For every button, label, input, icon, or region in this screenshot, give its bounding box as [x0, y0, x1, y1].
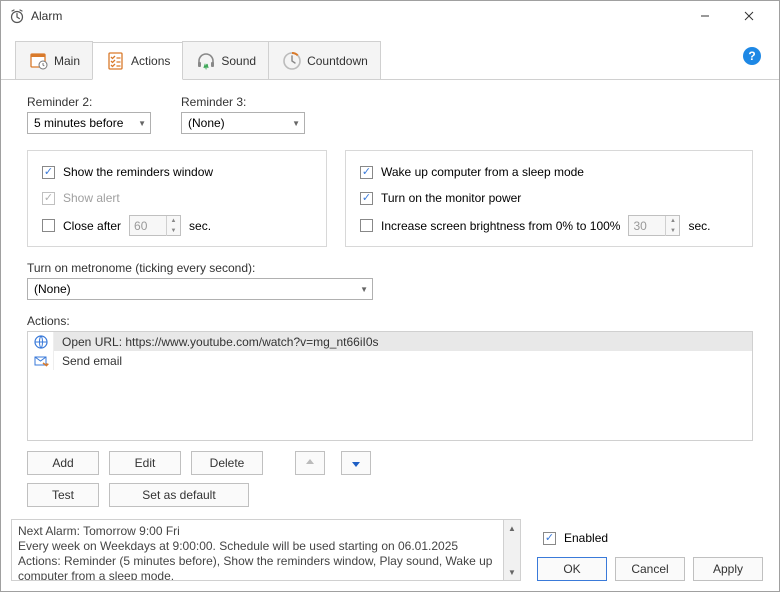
spin-up-icon[interactable]: ▲: [666, 216, 679, 226]
enabled-checkbox[interactable]: Enabled: [543, 529, 769, 547]
metronome-combo[interactable]: (None) ▼: [27, 278, 373, 300]
tab-bar: Main Actions Sound Countdown: [1, 31, 779, 80]
monitor-checkbox[interactable]: Turn on the monitor power: [360, 189, 738, 207]
tab-sound-label: Sound: [221, 54, 256, 68]
spin-down-icon[interactable]: ▼: [666, 226, 679, 236]
reminder3-value: (None): [188, 116, 225, 130]
chevron-down-icon: ▼: [138, 119, 146, 128]
alarm-clock-icon: [9, 8, 25, 24]
enabled-label: Enabled: [564, 531, 608, 545]
headphones-icon: [195, 50, 217, 72]
action-row[interactable]: Open URL: https://www.youtube.com/watch?…: [28, 332, 752, 351]
wake-label: Wake up computer from a sleep mode: [381, 165, 584, 179]
tab-main-label: Main: [54, 54, 80, 68]
close-after-value: 60: [130, 219, 166, 233]
alarm-dialog: Alarm ? Main Actions Sound Countdown Rem…: [0, 0, 780, 592]
email-icon: [28, 351, 54, 370]
actions-list[interactable]: Open URL: https://www.youtube.com/watch?…: [27, 331, 753, 441]
brightness-checkbox[interactable]: Increase screen brightness from 0% to 10…: [360, 217, 620, 235]
minimize-button[interactable]: [683, 2, 727, 30]
reminder-display-panel: Show the reminders window Show alert Clo…: [27, 150, 327, 247]
apply-button[interactable]: Apply: [693, 557, 763, 581]
actions-label: Actions:: [27, 314, 753, 328]
sec-label: sec.: [688, 219, 710, 233]
chevron-down-icon: ▼: [292, 119, 300, 128]
close-after-checkbox[interactable]: Close after: [42, 217, 121, 235]
brightness-label: Increase screen brightness from 0% to 10…: [381, 219, 620, 233]
action-text: Send email: [54, 354, 122, 368]
countdown-icon: [281, 50, 303, 72]
ok-button[interactable]: OK: [537, 557, 607, 581]
tab-main[interactable]: Main: [15, 41, 93, 79]
tab-countdown-label: Countdown: [307, 54, 368, 68]
add-button[interactable]: Add: [27, 451, 99, 475]
close-after-label: Close after: [63, 219, 121, 233]
summary-text: Next Alarm: Tomorrow 9:00 Fri Every week…: [12, 520, 503, 580]
reminder2-value: 5 minutes before: [34, 116, 123, 130]
tab-actions[interactable]: Actions: [92, 42, 183, 80]
reminder2-field: Reminder 2: 5 minutes before ▼: [27, 95, 151, 134]
scroll-track[interactable]: [504, 536, 520, 564]
move-down-button[interactable]: [341, 451, 371, 475]
reminder2-combo[interactable]: 5 minutes before ▼: [27, 112, 151, 134]
monitor-label: Turn on the monitor power: [381, 191, 521, 205]
brightness-value: 30: [629, 219, 665, 233]
globe-icon: [28, 332, 54, 351]
metronome-label: Turn on metronome (ticking every second)…: [27, 261, 753, 275]
scroll-down-icon[interactable]: ▼: [504, 564, 520, 580]
cancel-button[interactable]: Cancel: [615, 557, 685, 581]
sec-label: sec.: [189, 219, 211, 233]
tab-actions-label: Actions: [131, 54, 170, 68]
delete-button[interactable]: Delete: [191, 451, 263, 475]
window-title: Alarm: [31, 9, 62, 23]
summary-box: Next Alarm: Tomorrow 9:00 Fri Every week…: [11, 519, 521, 581]
titlebar: Alarm: [1, 1, 779, 31]
spin-up-icon[interactable]: ▲: [167, 216, 180, 226]
tab-sound[interactable]: Sound: [182, 41, 269, 79]
show-alert-label: Show alert: [63, 191, 120, 205]
tab-countdown[interactable]: Countdown: [268, 41, 381, 79]
show-reminders-label: Show the reminders window: [63, 165, 213, 179]
calendar-icon: [28, 50, 50, 72]
show-alert-checkbox: Show alert: [42, 189, 312, 207]
scroll-up-icon[interactable]: ▲: [504, 520, 520, 536]
edit-button[interactable]: Edit: [109, 451, 181, 475]
set-default-button[interactable]: Set as default: [109, 483, 249, 507]
spin-down-icon[interactable]: ▼: [167, 226, 180, 236]
reminder3-combo[interactable]: (None) ▼: [181, 112, 305, 134]
checklist-icon: [105, 50, 127, 72]
power-panel: Wake up computer from a sleep mode Turn …: [345, 150, 753, 247]
action-row[interactable]: Send email: [28, 351, 752, 370]
wake-checkbox[interactable]: Wake up computer from a sleep mode: [360, 163, 738, 181]
brightness-spinner[interactable]: 30 ▲▼: [628, 215, 680, 236]
action-text: Open URL: https://www.youtube.com/watch?…: [54, 335, 379, 349]
test-button[interactable]: Test: [27, 483, 99, 507]
reminder2-label: Reminder 2:: [27, 95, 151, 109]
close-after-spinner[interactable]: 60 ▲▼: [129, 215, 181, 236]
reminder3-label: Reminder 3:: [181, 95, 305, 109]
chevron-down-icon: ▼: [360, 285, 368, 294]
show-reminders-checkbox[interactable]: Show the reminders window: [42, 163, 312, 181]
move-up-button[interactable]: [295, 451, 325, 475]
metronome-value: (None): [34, 282, 71, 296]
close-button[interactable]: [727, 2, 771, 30]
reminder3-field: Reminder 3: (None) ▼: [181, 95, 305, 134]
